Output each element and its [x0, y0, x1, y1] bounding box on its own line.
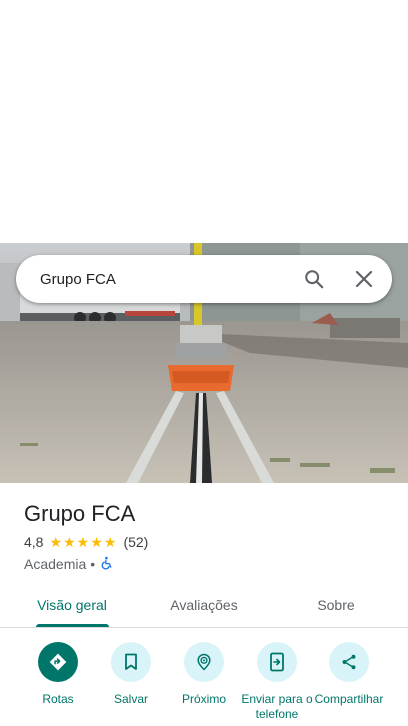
search-bar[interactable]: Grupo FCA [16, 255, 392, 303]
tab-about[interactable]: Sobre [288, 588, 384, 628]
place-title: Grupo FCA [24, 501, 136, 526]
active-tab-indicator [36, 624, 109, 627]
share-button[interactable]: Compartilhar [311, 642, 387, 707]
star-icon: ★ [63, 534, 76, 550]
nearby-icon[interactable] [184, 642, 224, 682]
search-icon[interactable] [294, 259, 334, 299]
star-icon: ★ [49, 534, 63, 550]
directions-button[interactable]: Rotas [20, 642, 96, 707]
action-bar: Rotas Salvar Próximo Enviar para o telef… [0, 640, 408, 726]
map-blank-area [0, 0, 408, 243]
nearby-button[interactable]: Próximo [166, 642, 242, 707]
star-icon: ★ [76, 534, 90, 550]
place-tabs: Visão geral Avaliações Sobre [0, 588, 408, 628]
close-icon[interactable] [344, 259, 384, 299]
tab-overview[interactable]: Visão geral [24, 588, 120, 628]
star-icon: ★ [103, 534, 117, 550]
star-icon: ★ [90, 534, 103, 550]
directions-label: Rotas [42, 692, 74, 706]
save-button[interactable]: Salvar [93, 642, 169, 707]
nearby-label: Próximo [181, 692, 226, 706]
send-to-phone-icon[interactable] [257, 642, 297, 682]
rating-value: 4,8 [24, 534, 44, 550]
send-to-phone-label: Enviar para o telefone [241, 692, 313, 721]
rating-stars: ★ ★ ★ ★ ★ [49, 535, 117, 549]
tab-reviews[interactable]: Avaliações [156, 588, 252, 628]
review-count[interactable]: (52) [123, 534, 148, 550]
wheelchair-icon [100, 556, 114, 573]
place-info: Grupo FCA 4,8 ★ ★ ★ ★ ★ (52) Academia • [24, 500, 384, 574]
search-query[interactable]: Grupo FCA [40, 271, 294, 288]
send-to-phone-button[interactable]: Enviar para o telefone [239, 642, 315, 722]
rating-row[interactable]: 4,8 ★ ★ ★ ★ ★ (52) [24, 532, 384, 552]
share-icon[interactable] [329, 642, 369, 682]
place-category: Academia [24, 556, 87, 572]
share-label: Compartilhar [314, 692, 384, 706]
category-row: Academia • [24, 554, 384, 574]
bookmark-icon[interactable] [111, 642, 151, 682]
save-label: Salvar [113, 692, 148, 706]
directions-icon[interactable] [38, 642, 78, 682]
separator-dot: • [90, 556, 96, 572]
